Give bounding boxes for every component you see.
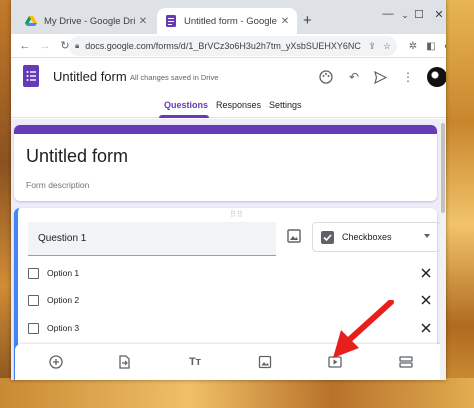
tab-my-drive[interactable]: My Drive - Google Drive ✕ (17, 8, 155, 34)
close-icon[interactable]: ✕ (135, 16, 151, 27)
option-label[interactable]: Option 1 (47, 268, 79, 278)
extensions-icon[interactable]: ✲ (405, 38, 421, 54)
browser-toolbar: ← → ↻ 🔒︎ docs.google.com/forms/d/1_BrVCz… (11, 34, 446, 58)
forward-icon[interactable]: → (37, 38, 53, 54)
window-close-icon[interactable]: ✕ (431, 8, 446, 21)
bookmark-star-icon[interactable]: ☆ (383, 41, 391, 52)
remove-option-icon[interactable] (419, 266, 433, 280)
close-icon[interactable]: ✕ (277, 16, 293, 27)
tab-strip: My Drive - Google Drive ✕ Untitled form … (11, 0, 446, 34)
maximize-icon[interactable]: ☐ (411, 8, 427, 21)
form-description-field[interactable]: Form description (26, 180, 89, 190)
scrollbar-thumb[interactable] (441, 123, 445, 213)
remove-option-icon[interactable] (419, 293, 433, 307)
active-tab-indicator (159, 115, 209, 118)
add-section-icon[interactable] (396, 352, 416, 372)
option-label[interactable]: Option 3 (47, 323, 79, 333)
url-text: docs.google.com/forms/d/1_BrVCz3o6H3u2h7… (85, 41, 362, 51)
new-tab-icon[interactable]: + (303, 12, 312, 29)
question-type-dropdown[interactable]: Checkboxes (312, 222, 441, 252)
save-status: All changes saved in Drive (130, 73, 219, 82)
google-forms-icon (166, 15, 176, 27)
question-type-label: Checkboxes (342, 232, 392, 242)
add-question-icon[interactable] (46, 352, 66, 372)
option-label[interactable]: Option 2 (47, 295, 79, 305)
account-avatar[interactable] (427, 67, 446, 87)
share-icon[interactable]: ⇪ (368, 41, 376, 52)
back-icon[interactable]: ← (17, 38, 33, 54)
desktop-background-left (0, 0, 11, 408)
undo-icon[interactable]: ↶ (345, 68, 363, 86)
question-title-input[interactable]: Question 1 (28, 222, 276, 256)
tab-title: Untitled form - Google Forms (184, 15, 277, 27)
import-questions-icon[interactable] (114, 352, 134, 372)
form-name[interactable]: Untitled form (53, 69, 127, 84)
form-title-card[interactable]: Untitled form Form description (14, 125, 437, 201)
address-bar[interactable]: 🔒︎ docs.google.com/forms/d/1_BrVCz3o6H3u… (69, 36, 397, 56)
add-image-icon[interactable] (286, 228, 302, 244)
form-title-field[interactable]: Untitled form (26, 146, 128, 167)
chevron-down-icon (424, 234, 430, 238)
side-panel-icon[interactable]: ◧ (423, 38, 439, 54)
checkbox-icon (28, 294, 39, 306)
minimize-icon[interactable]: — (380, 8, 396, 20)
google-forms-logo-icon[interactable] (23, 65, 39, 87)
profile-avatar[interactable]: ● (439, 38, 446, 54)
send-icon[interactable] (371, 68, 389, 86)
tab-responses[interactable]: Responses (216, 100, 261, 110)
lock-icon[interactable]: 🔒︎ (75, 41, 79, 51)
desktop-background-right (446, 0, 474, 408)
remove-option-icon[interactable] (419, 321, 433, 335)
scrollbar[interactable] (440, 119, 446, 380)
form-tabs: Questions Responses Settings (11, 96, 446, 118)
drag-handle-icon[interactable]: ⠿⠿ (230, 210, 244, 219)
tab-title: My Drive - Google Drive (44, 15, 135, 27)
forms-header: Untitled form All changes saved in Drive… (11, 58, 446, 118)
option-row[interactable]: Option 1 (28, 263, 438, 283)
checkbox-icon (28, 322, 39, 334)
checkbox-checked-icon (321, 230, 334, 244)
add-image-icon[interactable] (255, 352, 275, 372)
more-vert-icon[interactable]: ⋮ (399, 68, 417, 86)
google-drive-icon (25, 16, 37, 26)
checkbox-icon (28, 267, 39, 279)
tab-questions[interactable]: Questions (164, 100, 208, 110)
annotation-arrow (333, 300, 394, 358)
add-title-icon[interactable]: Tт (185, 352, 205, 372)
tab-google-forms[interactable]: Untitled form - Google Forms ✕ (157, 8, 297, 34)
desktop-background-bottom (0, 378, 474, 408)
tab-settings[interactable]: Settings (269, 100, 302, 110)
palette-icon[interactable] (317, 68, 335, 86)
